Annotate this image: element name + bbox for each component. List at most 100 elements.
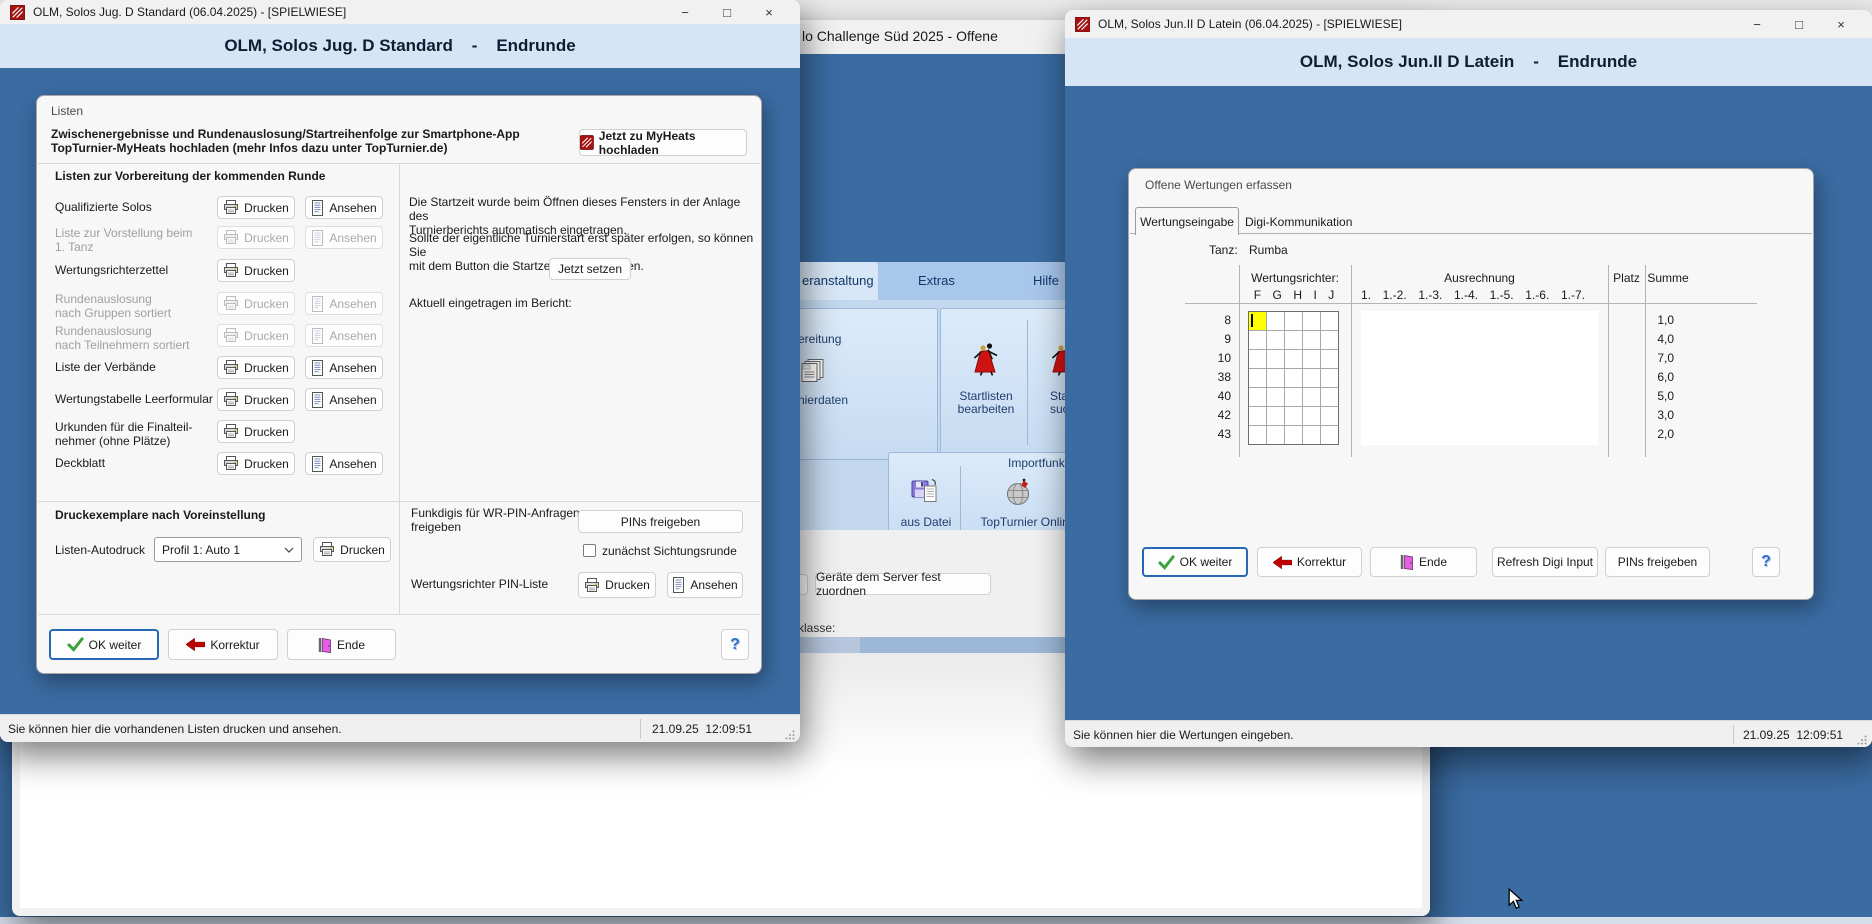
- score-cell[interactable]: [1249, 350, 1266, 368]
- score-cell-active[interactable]: [1249, 312, 1266, 330]
- printer-icon: [223, 200, 239, 215]
- ok-weiter-button[interactable]: OK weiter: [1142, 547, 1248, 577]
- window-title: OLM, Solos Jun.II D Latein (06.04.2025) …: [1098, 17, 1402, 31]
- resize-grip-icon[interactable]: [784, 729, 796, 741]
- tab-hilfe[interactable]: Hilfe: [1033, 273, 1059, 288]
- drucken-button[interactable]: Drucken: [217, 420, 295, 443]
- sichtungsrunde-checkbox[interactable]: [583, 544, 596, 557]
- ansehen-button[interactable]: Ansehen: [305, 356, 383, 379]
- score-cell[interactable]: [1321, 388, 1338, 406]
- score-cell[interactable]: [1321, 407, 1338, 425]
- ansehen-button[interactable]: Ansehen: [305, 388, 383, 411]
- document-icon: [311, 360, 324, 376]
- tab-digi-kommunikation[interactable]: Digi-Kommunikation: [1245, 215, 1352, 229]
- drucken-button[interactable]: Drucken: [217, 259, 295, 282]
- ok-weiter-button[interactable]: OK weiter: [49, 629, 159, 660]
- score-cell[interactable]: [1303, 331, 1320, 349]
- resize-grip-icon[interactable]: [1856, 734, 1868, 746]
- list-item-label: Urkunden für die Finalteil- nehmer (ohne…: [55, 420, 213, 448]
- server-zuordnen-button[interactable]: Geräte dem Server fest zuordnen: [815, 573, 991, 595]
- startlisten-bearbeiten-label[interactable]: Startlisten bearbeiten: [943, 390, 1029, 416]
- import-aus-datei-icon[interactable]: [910, 478, 940, 506]
- ribbon-group-vorbereitung-caption: ereitung: [798, 332, 841, 346]
- list-item-label: Qualifizierte Solos: [55, 200, 213, 214]
- import-aus-datei-label[interactable]: aus Datei: [900, 516, 952, 529]
- score-input-grid[interactable]: [1248, 311, 1339, 445]
- score-cell[interactable]: [1267, 426, 1284, 444]
- section-title: Listen zur Vorbereitung der kommenden Ru…: [55, 169, 325, 183]
- score-cell[interactable]: [1267, 331, 1284, 349]
- myheats-upload-button[interactable]: Jetzt zu MyHeats hochladen: [579, 129, 747, 156]
- ende-button[interactable]: Ende: [287, 629, 396, 660]
- drucken-button[interactable]: Drucken: [217, 452, 295, 475]
- minimize-button[interactable]: −: [664, 0, 706, 24]
- score-cell[interactable]: [1285, 312, 1302, 330]
- score-cell[interactable]: [1249, 407, 1266, 425]
- ribbon-group-import-caption: Importfunkt: [1008, 456, 1068, 470]
- competition-header: OLM, Solos Jun.II D Latein - Endrunde: [1065, 38, 1872, 86]
- pins-freigeben-button[interactable]: PINs freigeben: [1605, 547, 1710, 577]
- score-cell[interactable]: [1321, 350, 1338, 368]
- pinliste-ansehen-button[interactable]: Ansehen: [667, 572, 743, 598]
- drucken-button[interactable]: Drucken: [217, 356, 295, 379]
- ansehen-button[interactable]: Ansehen: [305, 452, 383, 475]
- close-button[interactable]: ×: [748, 0, 790, 24]
- score-cell[interactable]: [1321, 426, 1338, 444]
- printer-icon: [584, 578, 600, 593]
- startlisten-bearbeiten-icon[interactable]: [972, 342, 1002, 376]
- score-cell[interactable]: [1267, 388, 1284, 406]
- score-cell[interactable]: [1285, 350, 1302, 368]
- help-button[interactable]: ?: [721, 629, 749, 660]
- calc-result-panel: [1361, 311, 1598, 445]
- score-cell[interactable]: [1285, 369, 1302, 387]
- back-arrow-icon: [1273, 556, 1292, 569]
- score-cell[interactable]: [1321, 331, 1338, 349]
- score-cell[interactable]: [1285, 331, 1302, 349]
- window-controls: − □ ×: [664, 0, 790, 24]
- help-button[interactable]: ?: [1752, 547, 1780, 577]
- score-cell[interactable]: [1285, 426, 1302, 444]
- topturnier-online-icon[interactable]: [1004, 478, 1034, 506]
- drucken-button[interactable]: Drucken: [217, 388, 295, 411]
- score-cell[interactable]: [1303, 369, 1320, 387]
- tab-extras[interactable]: Extras: [918, 273, 955, 288]
- score-cell[interactable]: [1267, 407, 1284, 425]
- score-cell[interactable]: [1285, 407, 1302, 425]
- minimize-button[interactable]: −: [1736, 10, 1778, 38]
- refresh-digi-input-button[interactable]: Refresh Digi Input: [1492, 547, 1598, 577]
- score-cell[interactable]: [1303, 388, 1320, 406]
- score-cell[interactable]: [1285, 388, 1302, 406]
- score-cell[interactable]: [1303, 426, 1320, 444]
- score-cell[interactable]: [1249, 426, 1266, 444]
- score-cell[interactable]: [1267, 350, 1284, 368]
- maximize-button[interactable]: □: [1778, 10, 1820, 38]
- group-divider: [1027, 320, 1028, 445]
- korrektur-button[interactable]: Korrektur: [1257, 547, 1362, 577]
- ansehen-button[interactable]: Ansehen: [305, 196, 383, 219]
- autodruck-drucken-button[interactable]: Drucken: [313, 537, 391, 562]
- score-cell[interactable]: [1267, 369, 1284, 387]
- autodruck-select[interactable]: Profil 1: Auto 1: [154, 537, 302, 562]
- ende-button[interactable]: Ende: [1370, 547, 1477, 577]
- tab-wertungseingabe[interactable]: Wertungseingabe: [1135, 207, 1239, 235]
- korrektur-button[interactable]: Korrektur: [168, 629, 278, 660]
- exit-door-icon: [1400, 554, 1414, 570]
- pins-freigeben-button[interactable]: PINs freigeben: [578, 510, 743, 533]
- score-cell[interactable]: [1267, 312, 1284, 330]
- score-cell[interactable]: [1249, 369, 1266, 387]
- pinliste-label: Wertungsrichter PIN-Liste: [411, 577, 548, 591]
- drucken-button[interactable]: Drucken: [217, 196, 295, 219]
- score-cell[interactable]: [1249, 388, 1266, 406]
- score-cell[interactable]: [1303, 312, 1320, 330]
- score-cell[interactable]: [1303, 350, 1320, 368]
- score-cell[interactable]: [1303, 407, 1320, 425]
- printer-icon: [223, 360, 239, 375]
- jetzt-setzen-button[interactable]: Jetzt setzen: [549, 258, 631, 280]
- close-button[interactable]: ×: [1820, 10, 1862, 38]
- turnierdaten-icon[interactable]: [800, 358, 826, 384]
- pinliste-drucken-button[interactable]: Drucken: [578, 572, 656, 598]
- score-cell[interactable]: [1249, 331, 1266, 349]
- score-cell[interactable]: [1321, 369, 1338, 387]
- maximize-button[interactable]: □: [706, 0, 748, 24]
- score-cell[interactable]: [1321, 312, 1338, 330]
